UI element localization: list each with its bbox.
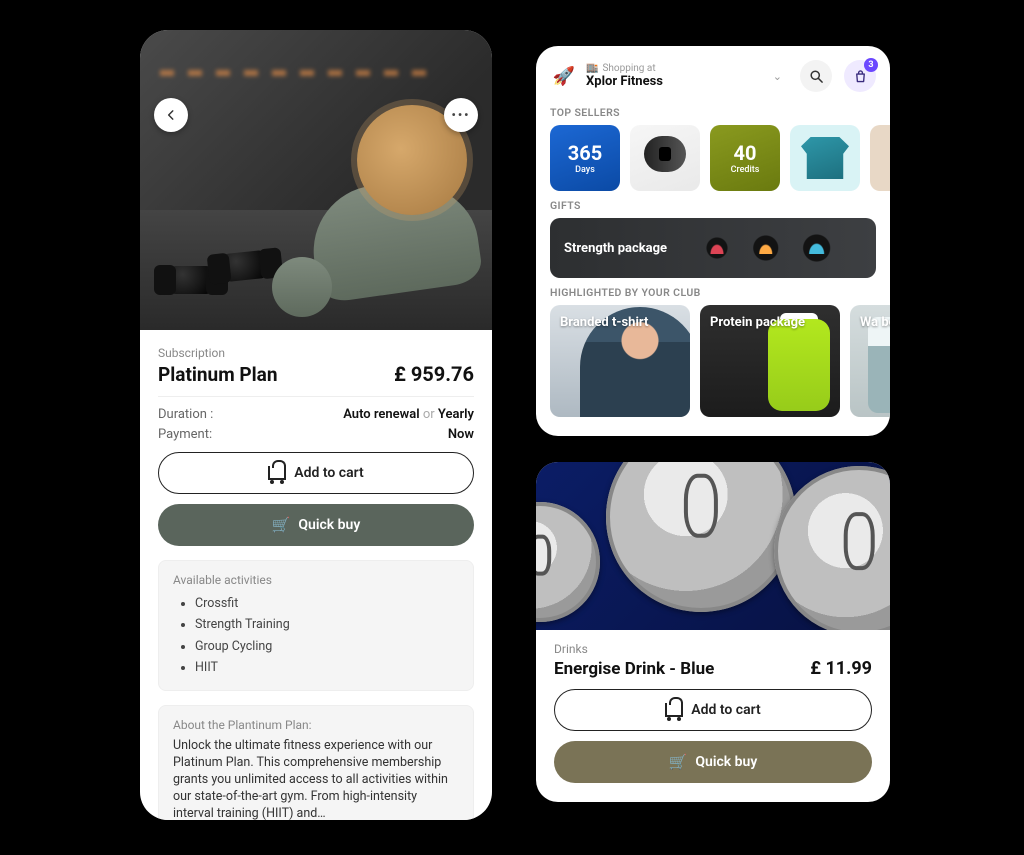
top-seller-box[interactable] <box>870 125 890 191</box>
drink-add-to-cart-button[interactable]: Add to cart <box>554 689 872 731</box>
card-number: 40 <box>734 141 757 165</box>
quick-buy-button[interactable]: 🛒 Quick buy <box>158 504 474 546</box>
top-sellers-heading: TOP SELLERS <box>536 98 890 125</box>
search-button[interactable] <box>800 60 832 92</box>
highlight-protein-package[interactable]: Protein package <box>700 305 840 417</box>
product-header-section: Subscription Platinum Plan £ 959.76 Dura… <box>140 330 492 820</box>
payment-row: Payment: Now <box>158 427 474 442</box>
activity-item: Crossfit <box>195 593 459 614</box>
card-sub: Days <box>575 165 595 175</box>
highlight-branded-tshirt[interactable]: Branded t-shirt <box>550 305 690 417</box>
cart-icon <box>268 466 286 480</box>
duration-alt: Yearly <box>438 407 474 422</box>
highlighted-heading: HIGHLIGHTED BY YOUR CLUB <box>536 278 890 305</box>
highlight-title: Branded t-shirt <box>560 315 680 331</box>
gifts-banner-title: Strength package <box>564 241 667 256</box>
highlight-title: Wa bott <box>860 315 890 331</box>
activities-box: Available activities Crossfit Strength T… <box>158 560 474 691</box>
store-selector[interactable]: 🏬 Shopping at Xplor Fitness <box>586 63 765 89</box>
product-detail-screen: ••• Subscription Platinum Plan £ 959.76 … <box>140 30 492 820</box>
store-header: 🚀 🏬 Shopping at Xplor Fitness ⌄ 3 <box>536 46 890 98</box>
tracker-icon <box>644 136 686 172</box>
about-heading: About the Plantinum Plan: <box>173 718 459 732</box>
top-seller-fitness-tracker[interactable] <box>630 125 700 191</box>
drink-quick-buy-label: Quick buy <box>695 754 757 770</box>
payment-label: Payment: <box>158 427 212 442</box>
store-name: Xplor Fitness <box>586 74 765 89</box>
tshirt-icon <box>801 137 849 179</box>
about-box: About the Plantinum Plan: Unlock the ult… <box>158 705 474 820</box>
top-sellers-row: 365 Days 40 Credits <box>536 125 890 191</box>
card-sub: Credits <box>731 165 760 175</box>
activities-heading: Available activities <box>173 573 459 587</box>
highlight-water-bottle[interactable]: Wa bott <box>850 305 890 417</box>
drink-add-to-cart-label: Add to cart <box>691 702 760 718</box>
chevron-left-icon <box>164 108 178 122</box>
top-seller-tshirt[interactable] <box>790 125 860 191</box>
more-icon: ••• <box>452 108 471 122</box>
add-to-cart-button[interactable]: Add to cart <box>158 452 474 494</box>
drink-product-card: Drinks Energise Drink - Blue £ 11.99 Add… <box>536 462 890 802</box>
drink-title: Energise Drink - Blue <box>554 659 714 679</box>
about-body: Unlock the ultimate fitness experience w… <box>173 738 459 820</box>
subscription-label: Subscription <box>158 346 474 360</box>
cart-icon <box>665 703 683 717</box>
person-photo <box>282 105 482 305</box>
search-icon <box>809 69 824 84</box>
quick-buy-icon: 🛒 <box>669 753 688 771</box>
top-seller-40-credits[interactable]: 40 Credits <box>710 125 780 191</box>
quick-buy-icon: 🛒 <box>272 516 291 534</box>
drink-quick-buy-button[interactable]: 🛒 Quick buy <box>554 741 872 783</box>
payment-value: Now <box>448 427 474 442</box>
top-seller-365-days[interactable]: 365 Days <box>550 125 620 191</box>
quick-buy-label: Quick buy <box>298 517 360 533</box>
card-number: 365 <box>568 141 602 165</box>
duration-or: or <box>420 407 438 422</box>
can-icon <box>536 502 600 622</box>
drink-hero-image <box>536 462 890 630</box>
shopping-at-label: Shopping at <box>602 63 655 74</box>
can-icon <box>606 462 796 612</box>
product-price: £ 959.76 <box>394 362 474 386</box>
gifts-heading: GIFTS <box>536 191 890 218</box>
rocket-icon: 🚀 <box>550 62 578 90</box>
cart-button[interactable]: 3 <box>844 60 876 92</box>
activity-item: Group Cycling <box>195 636 459 657</box>
dumbbell-icon <box>170 266 212 294</box>
duration-label: Duration : <box>158 407 213 422</box>
store-screen: 🚀 🏬 Shopping at Xplor Fitness ⌄ 3 TOP SE… <box>536 46 890 436</box>
back-button[interactable] <box>154 98 188 132</box>
hero-image: ••• <box>140 30 492 330</box>
activity-item: HIIT <box>195 657 459 678</box>
gifts-strength-package[interactable]: Strength package <box>550 218 876 278</box>
bag-icon <box>853 69 868 84</box>
activity-item: Strength Training <box>195 614 459 635</box>
highlight-title: Protein package <box>710 315 830 331</box>
product-title: Platinum Plan <box>158 363 277 386</box>
store-icon: 🏬 <box>586 63 598 74</box>
add-to-cart-label: Add to cart <box>294 465 363 481</box>
dumbbell-icon <box>223 250 268 282</box>
duration-value: Auto renewal <box>343 407 419 422</box>
highlighted-row: Branded t-shirt Protein package Wa bott <box>536 305 890 431</box>
duration-row: Duration : Auto renewal or Yearly <box>158 407 474 422</box>
cart-badge: 3 <box>864 58 878 72</box>
drink-price: £ 11.99 <box>810 658 872 679</box>
drink-category: Drinks <box>554 642 872 656</box>
chevron-down-icon: ⌄ <box>773 70 782 83</box>
more-button[interactable]: ••• <box>444 98 478 132</box>
